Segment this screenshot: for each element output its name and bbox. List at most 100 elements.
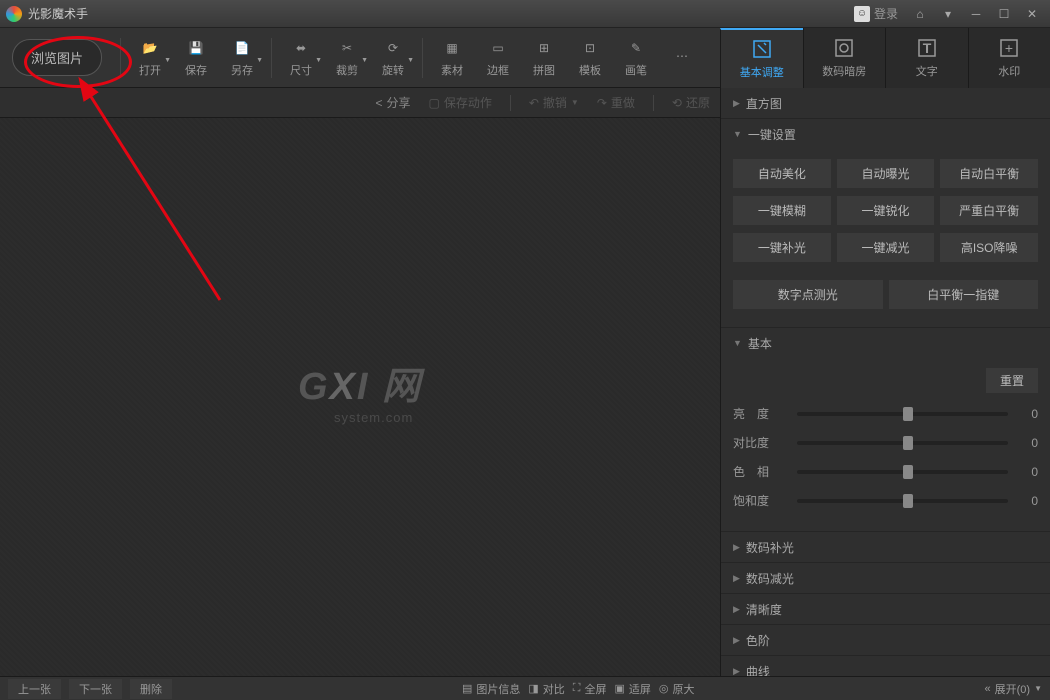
slider-track[interactable] — [797, 470, 1008, 474]
slider-track[interactable] — [797, 441, 1008, 445]
slider-value: 0 — [1018, 436, 1038, 450]
chevron-down-icon: ▼ — [1034, 684, 1042, 693]
undo-icon: ↶ — [529, 96, 539, 110]
section-oneclick[interactable]: ▼一键设置 — [721, 119, 1050, 149]
tab-icon — [751, 38, 773, 60]
redo-button: ↷重做 — [597, 94, 635, 111]
side-panel: ▶直方图 ▼一键设置 自动美化自动曝光自动白平衡一键模糊一键锐化严重白平衡一键补… — [720, 88, 1050, 676]
original-size-button[interactable]: ◎原大 — [659, 681, 695, 697]
redo-icon: ↷ — [597, 96, 607, 110]
preset-自动美化[interactable]: 自动美化 — [733, 159, 831, 188]
fit-icon: ▣ — [615, 682, 625, 695]
expand-button[interactable]: «展开(0)▼ — [985, 681, 1043, 697]
toolbar-另存[interactable]: 📄另存▼ — [219, 38, 265, 78]
login-button[interactable]: ☺ 登录 — [848, 3, 904, 24]
more-icon: ⋯ — [672, 46, 692, 66]
home-icon[interactable]: ⌂ — [908, 5, 932, 23]
preset-自动白平衡[interactable]: 自动白平衡 — [940, 159, 1038, 188]
canvas-area: GXI 网 system.com — [0, 118, 720, 676]
preset-数字点测光[interactable]: 数字点测光 — [733, 280, 883, 309]
share-icon: < — [375, 96, 382, 110]
preset-白平衡一指键[interactable]: 白平衡一指键 — [889, 280, 1039, 309]
undo-button: ↶撤销▼ — [529, 94, 579, 111]
toolbar-拼图[interactable]: ⊞拼图 — [521, 38, 567, 78]
delete-button[interactable]: 删除 — [130, 679, 172, 699]
chevron-down-icon: ▼ — [407, 57, 414, 64]
preset-高ISO降噪[interactable]: 高ISO降噪 — [940, 233, 1038, 262]
toolbar-旋转[interactable]: ⟳旋转▼ — [370, 38, 416, 78]
save-icon: ▢ — [428, 96, 439, 110]
image-info-button[interactable]: ▤图片信息 — [462, 681, 520, 697]
slider-track[interactable] — [797, 499, 1008, 503]
avatar-icon: ☺ — [854, 6, 870, 22]
original-icon: ◎ — [659, 682, 669, 695]
fit-button[interactable]: ▣适屏 — [615, 681, 651, 697]
minimize-button[interactable]: ─ — [964, 5, 988, 23]
bottom-bar: 上一张 下一张 删除 ▤图片信息 ◨对比 ⛶全屏 ▣适屏 ◎原大 «展开(0)▼ — [0, 676, 1050, 700]
section-数码减光[interactable]: ▶数码减光 — [721, 563, 1050, 593]
section-清晰度[interactable]: ▶清晰度 — [721, 594, 1050, 624]
slider-thumb[interactable] — [903, 494, 913, 508]
slider-对比度: 对比度 0 — [733, 434, 1038, 451]
toolbar-画笔[interactable]: ✎画笔 — [613, 38, 659, 78]
slider-thumb[interactable] — [903, 465, 913, 479]
preset-一键锐化[interactable]: 一键锐化 — [837, 196, 935, 225]
app-title: 光影魔术手 — [28, 5, 848, 22]
restore-button: ⟲还原 — [672, 94, 710, 111]
compare-button[interactable]: ◨对比 — [528, 681, 564, 697]
toolbar-divider — [120, 38, 121, 78]
close-button[interactable]: ✕ — [1020, 5, 1044, 23]
slider-value: 0 — [1018, 494, 1038, 508]
maximize-button[interactable]: ☐ — [992, 5, 1016, 23]
section-曲线[interactable]: ▶曲线 — [721, 656, 1050, 676]
tab-数码暗房[interactable]: 数码暗房 — [803, 28, 886, 88]
tab-文字[interactable]: T文字 — [885, 28, 968, 88]
tab-水印[interactable]: +水印 — [968, 28, 1050, 88]
toolbar-more[interactable]: ⋯ — [659, 38, 705, 78]
slider-label: 色 相 — [733, 463, 787, 480]
preset-严重白平衡[interactable]: 严重白平衡 — [940, 196, 1038, 225]
chevron-right-icon: ▶ — [733, 98, 740, 109]
browse-button[interactable]: 浏览图片 — [12, 39, 102, 76]
slider-label: 对比度 — [733, 434, 787, 451]
toolbar-边框[interactable]: ▭边框 — [475, 38, 521, 78]
toolbar-icon: 📂 — [140, 38, 160, 58]
toolbar-icon: ▭ — [488, 38, 508, 58]
prev-button[interactable]: 上一张 — [8, 679, 61, 699]
tab-基本调整[interactable]: 基本调整 — [720, 28, 803, 88]
sub-toolbar: <分享 ▢保存动作 ↶撤销▼ ↷重做 ⟲还原 — [0, 88, 720, 118]
section-basic[interactable]: ▼基本 — [721, 328, 1050, 358]
toolbar-模板[interactable]: ⊡模板 — [567, 38, 613, 78]
toolbar-保存[interactable]: 💾保存 — [173, 38, 219, 78]
app-logo-icon — [6, 6, 22, 22]
section-histogram[interactable]: ▶直方图 — [721, 88, 1050, 118]
toolbar-素材[interactable]: ▦素材 — [429, 38, 475, 78]
section-数码补光[interactable]: ▶数码补光 — [721, 532, 1050, 562]
restore-icon: ⟲ — [672, 96, 682, 110]
toolbar-icon: ⊡ — [580, 38, 600, 58]
share-button[interactable]: <分享 — [375, 94, 410, 111]
slider-thumb[interactable] — [903, 407, 913, 421]
preset-一键模糊[interactable]: 一键模糊 — [733, 196, 831, 225]
slider-thumb[interactable] — [903, 436, 913, 450]
chevron-right-icon: ▶ — [733, 635, 740, 646]
settings-icon[interactable]: ▾ — [936, 5, 960, 23]
preset-自动曝光[interactable]: 自动曝光 — [837, 159, 935, 188]
chevron-down-icon: ▼ — [733, 338, 742, 348]
section-色阶[interactable]: ▶色阶 — [721, 625, 1050, 655]
right-tabs: 基本调整数码暗房T文字+水印 — [720, 28, 1050, 88]
slider-track[interactable] — [797, 412, 1008, 416]
chevron-right-icon: ▶ — [733, 542, 740, 553]
reset-button[interactable]: 重置 — [986, 368, 1038, 393]
toolbar-打开[interactable]: 📂打开▼ — [127, 38, 173, 78]
toolbar-icon: ✎ — [626, 38, 646, 58]
preset-一键减光[interactable]: 一键减光 — [837, 233, 935, 262]
fullscreen-button[interactable]: ⛶全屏 — [573, 681, 607, 697]
toolbar-尺寸[interactable]: ⬌尺寸▼ — [278, 38, 324, 78]
toolbar-裁剪[interactable]: ✂裁剪▼ — [324, 38, 370, 78]
chevron-down-icon: ▼ — [733, 129, 742, 139]
slider-label: 亮 度 — [733, 405, 787, 422]
preset-一键补光[interactable]: 一键补光 — [733, 233, 831, 262]
next-button[interactable]: 下一张 — [69, 679, 122, 699]
tab-icon — [833, 37, 855, 59]
